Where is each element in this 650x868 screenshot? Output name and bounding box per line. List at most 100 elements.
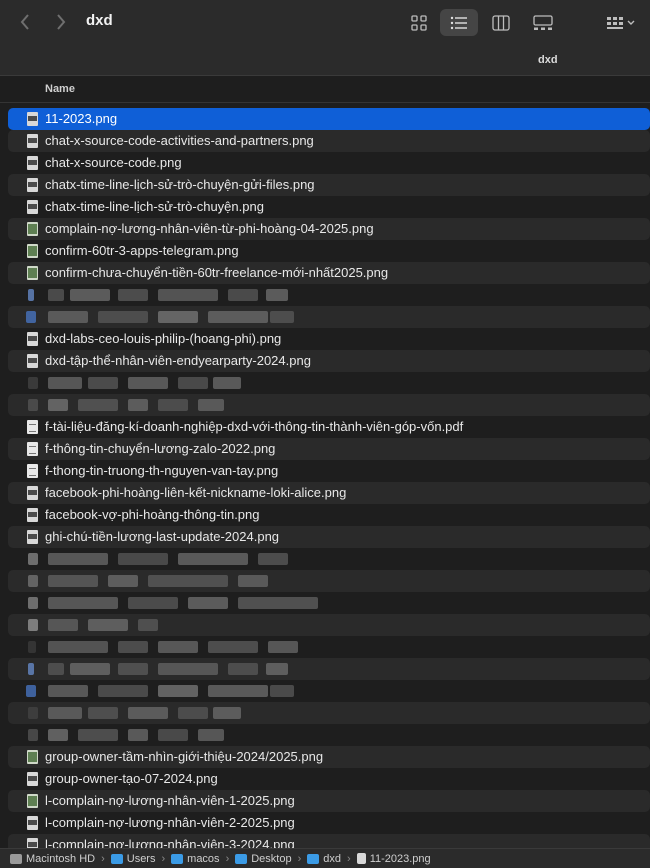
- redacted-block: [48, 311, 88, 323]
- list-view-button[interactable]: [440, 9, 478, 36]
- path-item-label: macos: [187, 852, 220, 865]
- file-row[interactable]: ghi-chú-tiền-lương-last-update-2024.png: [8, 526, 650, 548]
- path-item[interactable]: Users: [110, 852, 156, 865]
- redacted-block: [158, 685, 198, 697]
- file-row[interactable]: chat-x-source-code.png: [8, 152, 650, 174]
- file-row[interactable]: [8, 284, 650, 306]
- file-row[interactable]: [8, 570, 650, 592]
- file-name: confirm-60tr-3-apps-telegram.png: [45, 243, 239, 258]
- file-row[interactable]: facebook-vợ-phi-hoàng-thông-tin.png: [8, 504, 650, 526]
- icon-view-button[interactable]: [400, 9, 438, 36]
- file-row[interactable]: 11-2023.png: [8, 108, 650, 130]
- file-name: dxd-labs-ceo-louis-philip-(hoang-phi).pn…: [45, 331, 282, 346]
- redacted-block: [28, 289, 34, 301]
- file-row[interactable]: [8, 614, 650, 636]
- gallery-icon: [533, 14, 553, 30]
- file-row[interactable]: [8, 394, 650, 416]
- group-by-button[interactable]: [600, 9, 642, 36]
- file-row[interactable]: facebook-phi-hoàng-liên-kết-nickname-lok…: [8, 482, 650, 504]
- path-item[interactable]: Macintosh HD: [10, 853, 95, 865]
- document-icon: [27, 464, 38, 478]
- redacted-block: [198, 729, 224, 741]
- redacted-block: [28, 399, 38, 411]
- redacted-block: [178, 377, 208, 389]
- forward-button[interactable]: [50, 10, 72, 34]
- file-row[interactable]: group-owner-tạo-07-2024.png: [8, 768, 650, 790]
- columns-icon: [492, 14, 510, 31]
- image-file-icon: [27, 222, 38, 236]
- file-row[interactable]: [8, 592, 650, 614]
- redacted-block: [228, 289, 258, 301]
- path-item[interactable]: 11-2023.png: [356, 853, 431, 865]
- file-name: dxd-tập-thể-nhân-viên-endyearparty-2024.…: [45, 353, 311, 368]
- redacted-block: [48, 619, 78, 631]
- file-row[interactable]: chatx-time-line-lịch-sử-trò-chuyện.png: [8, 196, 650, 218]
- gallery-view-button[interactable]: [524, 9, 562, 36]
- path-item[interactable]: dxd: [307, 853, 341, 865]
- redacted-block: [213, 707, 241, 719]
- path-item-label: Macintosh HD: [26, 852, 96, 865]
- file-row[interactable]: [8, 680, 650, 702]
- file-name: chat-x-source-code.png: [45, 155, 182, 170]
- path-item-label: dxd: [323, 852, 342, 865]
- redacted-block: [108, 575, 138, 587]
- window-title: dxd: [86, 12, 113, 29]
- column-view-button[interactable]: [482, 9, 520, 36]
- image-file-icon: [27, 112, 38, 126]
- file-row[interactable]: dxd-tập-thể-nhân-viên-endyearparty-2024.…: [8, 350, 650, 372]
- file-row[interactable]: l-complain-nợ-lương-nhân-viên-2-2025.png: [8, 812, 650, 834]
- redacted-block: [48, 707, 82, 719]
- back-button[interactable]: [14, 10, 36, 34]
- path-bar: Macintosh HD › Users › macos › Desktop › dxd › 11-…: [0, 848, 650, 868]
- redacted-block: [28, 663, 34, 675]
- file-row[interactable]: complain-nợ-lương-nhân-viên-từ-phi-hoàng…: [8, 218, 650, 240]
- redacted-block: [88, 619, 128, 631]
- redacted-block: [188, 597, 228, 609]
- redacted-block: [178, 553, 248, 565]
- redacted-block: [158, 289, 218, 301]
- file-row[interactable]: [8, 306, 650, 328]
- redacted-block: [28, 377, 38, 389]
- file-row[interactable]: chat-x-source-code-activities-and-partne…: [8, 130, 650, 152]
- file-row[interactable]: group-owner-tầm-nhìn-giới-thiệu-2024/202…: [8, 746, 650, 768]
- file-name: 11-2023.png: [45, 111, 118, 126]
- image-file-icon: [27, 178, 38, 192]
- file-row[interactable]: [8, 548, 650, 570]
- file-row[interactable]: f-thông-tin-chuyển-lương-zalo-2022.png: [8, 438, 650, 460]
- file-row[interactable]: [8, 636, 650, 658]
- path-item[interactable]: Desktop: [235, 853, 292, 865]
- file-row[interactable]: l-complain-nợ-lương-nhân-viên-3-2024.png: [8, 834, 650, 848]
- file-row[interactable]: l-complain-nợ-lương-nhân-viên-1-2025.png: [8, 790, 650, 812]
- image-file-icon: [27, 750, 38, 764]
- redacted-block: [118, 553, 168, 565]
- path-separator-icon: ›: [101, 852, 105, 865]
- redacted-block: [148, 575, 228, 587]
- image-file-icon: [27, 816, 38, 830]
- redacted-block: [266, 289, 288, 301]
- file-row[interactable]: confirm-60tr-3-apps-telegram.png: [8, 240, 650, 262]
- path-item-label: Users: [126, 852, 156, 865]
- file-row[interactable]: chatx-time-line-lịch-sử-trò-chuyện-gửi-f…: [8, 174, 650, 196]
- file-row[interactable]: [8, 702, 650, 724]
- file-row[interactable]: [8, 724, 650, 746]
- tab-title[interactable]: dxd: [538, 54, 558, 66]
- image-file-icon: [27, 156, 38, 170]
- folder-icon: [235, 853, 248, 864]
- redacted-block: [26, 311, 36, 323]
- redacted-block: [266, 663, 288, 675]
- chevron-right-icon: [57, 14, 66, 30]
- file-row[interactable]: dxd-labs-ceo-louis-philip-(hoang-phi).pn…: [8, 328, 650, 350]
- redacted-block: [178, 707, 208, 719]
- file-row[interactable]: [8, 372, 650, 394]
- file-name: l-complain-nợ-lương-nhân-viên-1-2025.png: [45, 793, 295, 808]
- file-row[interactable]: [8, 658, 650, 680]
- file-row[interactable]: f-thong-tin-truong-th-nguyen-van-tay.png: [8, 460, 650, 482]
- redacted-block: [128, 377, 168, 389]
- name-column-header[interactable]: Name: [45, 83, 75, 95]
- path-item[interactable]: macos: [171, 852, 220, 865]
- file-row[interactable]: f-tài-liệu-đăng-kí-doanh-nghiệp-dxd-với-…: [8, 416, 650, 438]
- chevron-left-icon: [20, 14, 29, 30]
- file-name: group-owner-tầm-nhìn-giới-thiệu-2024/202…: [45, 749, 324, 764]
- file-row[interactable]: confirm-chưa-chuyển-tiền-60tr-freelance-…: [8, 262, 650, 284]
- file-name: l-complain-nợ-lương-nhân-viên-3-2024.png: [45, 837, 295, 848]
